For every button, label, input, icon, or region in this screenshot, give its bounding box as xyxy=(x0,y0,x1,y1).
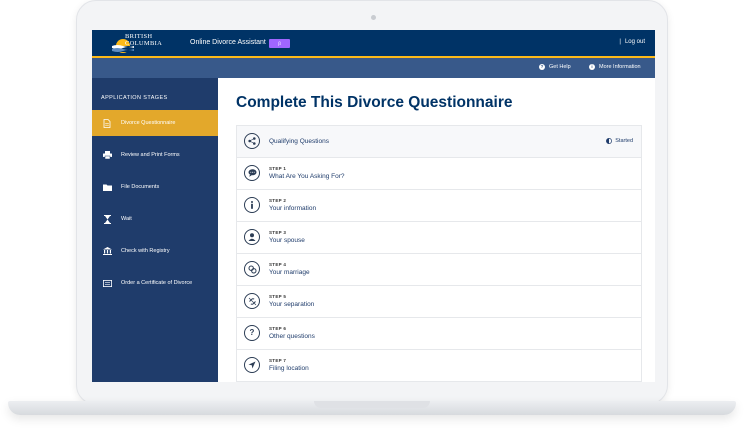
step-row-2[interactable]: STEP 2 Your information xyxy=(237,190,641,222)
step-row-3[interactable]: STEP 3 Your spouse xyxy=(237,222,641,254)
status-label: Started xyxy=(615,138,633,144)
sidebar-item-check-registry[interactable]: Check with Registry xyxy=(92,238,218,264)
location-arrow-icon xyxy=(244,357,260,373)
logo-line-2: COLUMBIA xyxy=(125,40,163,47)
step-row-4[interactable]: STEP 4 Your marriage xyxy=(237,254,641,286)
sidebar-heading: APPLICATION STAGES xyxy=(101,95,168,101)
document-icon xyxy=(102,118,112,128)
building-icon xyxy=(102,247,112,255)
screen: BRITISH COLUMBIA Online Divorce Assistan… xyxy=(92,30,655,382)
rings-icon xyxy=(244,261,260,277)
step-label: Your marriage xyxy=(269,269,310,276)
camera-dot xyxy=(371,15,376,20)
step-number: STEP 4 xyxy=(269,262,287,267)
logout-label: Log out xyxy=(624,39,645,45)
sidebar-item-label: Order a Certificate of Divorce xyxy=(121,280,193,286)
step-number: STEP 1 xyxy=(269,166,287,171)
step-label: Your spouse xyxy=(269,237,305,244)
step-row-7[interactable]: STEP 7 Filing location xyxy=(237,350,641,382)
chat-icon xyxy=(244,165,260,181)
page-title: Complete This Divorce Questionnaire xyxy=(236,94,513,111)
sidebar: APPLICATION STAGES Divorce Questionnaire… xyxy=(92,78,218,382)
step-number: STEP 6 xyxy=(269,326,287,331)
sidebar-item-order-certificate[interactable]: Order a Certificate of Divorce xyxy=(92,270,218,296)
person-icon xyxy=(244,229,260,245)
hourglass-icon xyxy=(102,214,112,224)
get-help-label: Get Help xyxy=(549,64,571,70)
step-number: STEP 2 xyxy=(269,198,287,203)
step-number: STEP 5 xyxy=(269,294,287,299)
app-title: Online Divorce Assistant xyxy=(190,39,266,46)
question-icon: ? xyxy=(244,325,260,341)
status-badge: Started xyxy=(606,138,633,144)
step-label: Your separation xyxy=(269,301,315,308)
sidebar-item-wait[interactable]: Wait xyxy=(92,206,218,232)
logo-text[interactable]: BRITISH COLUMBIA xyxy=(125,33,162,47)
step-number: STEP 3 xyxy=(269,230,287,235)
questionnaire-list: Qualifying Questions Started STEP 1 What… xyxy=(236,125,642,382)
sidebar-item-label: Wait xyxy=(121,216,132,222)
sidebar-item-label: Divorce Questionnaire xyxy=(121,120,176,126)
more-information-label: More Information xyxy=(599,64,641,70)
qualifying-questions-row[interactable]: Qualifying Questions Started xyxy=(237,126,641,158)
beta-badge[interactable]: β xyxy=(269,39,290,48)
sidebar-item-label: File Documents xyxy=(121,184,160,190)
certificate-icon xyxy=(102,279,112,287)
folder-icon xyxy=(102,184,112,191)
step-label: Filing location xyxy=(269,365,309,372)
row-label: Qualifying Questions xyxy=(269,138,329,145)
main-content: Complete This Divorce Questionnaire Qual… xyxy=(218,78,655,382)
sidebar-item-divorce-questionnaire[interactable]: Divorce Questionnaire xyxy=(92,110,218,136)
sub-navbar: ? Get Help i More Information xyxy=(92,58,655,78)
sidebar-item-review-print[interactable]: Review and Print Forms xyxy=(92,142,218,168)
sidebar-item-file-documents[interactable]: File Documents xyxy=(92,174,218,200)
step-row-5[interactable]: STEP 5 Your separation xyxy=(237,286,641,318)
top-navbar: BRITISH COLUMBIA Online Divorce Assistan… xyxy=(92,30,655,58)
step-label: Your information xyxy=(269,205,317,212)
step-label: What Are You Asking For? xyxy=(269,173,345,180)
sidebar-item-label: Review and Print Forms xyxy=(121,152,180,158)
info-icon xyxy=(244,197,260,213)
half-circle-icon xyxy=(606,138,613,144)
step-row-6[interactable]: ? STEP 6 Other questions xyxy=(237,318,641,350)
printer-icon xyxy=(102,151,112,159)
step-label: Other questions xyxy=(269,333,315,340)
logout-link[interactable]: | Log out xyxy=(619,39,645,45)
step-number: STEP 7 xyxy=(269,358,287,363)
step-row-1[interactable]: STEP 1 What Are You Asking For? xyxy=(237,158,641,190)
more-information-link[interactable]: i More Information xyxy=(589,64,641,70)
laptop-notch xyxy=(314,401,430,408)
info-circle-icon: i xyxy=(589,64,595,70)
share-icon xyxy=(244,133,260,149)
sidebar-item-label: Check with Registry xyxy=(121,248,170,254)
get-help-link[interactable]: ? Get Help xyxy=(539,64,571,70)
broken-link-icon xyxy=(244,293,260,309)
question-circle-icon: ? xyxy=(539,64,545,70)
logo-line-1: BRITISH xyxy=(125,33,153,40)
